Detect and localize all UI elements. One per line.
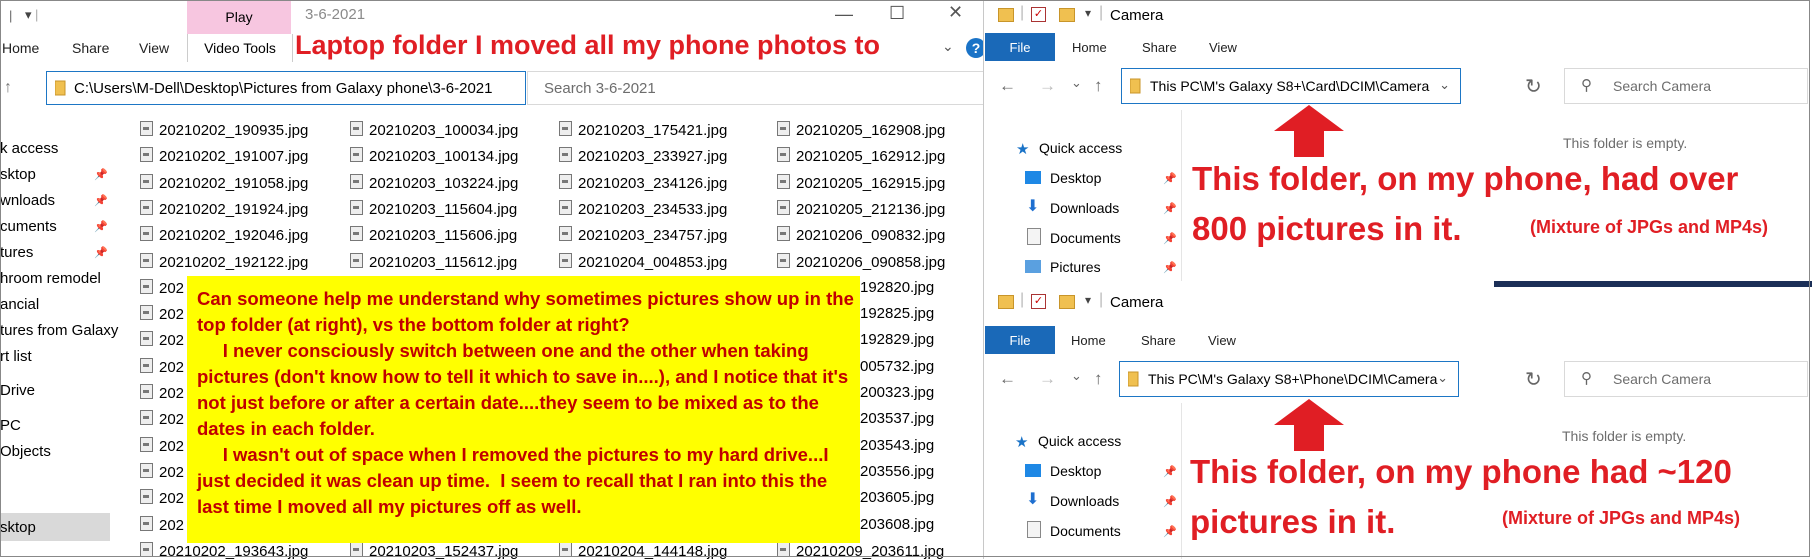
screenshot-border	[0, 0, 1810, 557]
